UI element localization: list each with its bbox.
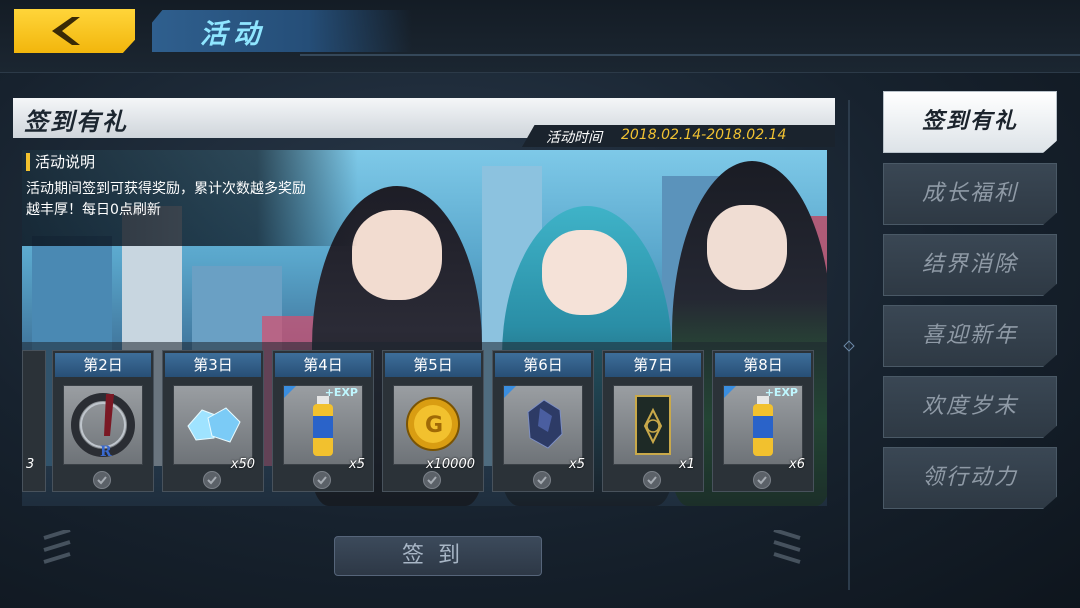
title-tab: [152, 10, 412, 52]
check-icon: [313, 471, 331, 489]
item-quantity: x10000: [425, 457, 475, 472]
svg-text:R: R: [100, 444, 112, 460]
day-label: 第4日: [275, 353, 371, 377]
reward-card-day8[interactable]: 第8日 +EXP x6: [712, 350, 814, 492]
info-line: 越丰厚！每日0点刷新: [26, 202, 161, 218]
panel-title: 签到有礼: [24, 108, 128, 136]
check-icon: [643, 471, 661, 489]
reward-card-day5[interactable]: 第5日 G x10000: [382, 350, 484, 492]
day-label: 第3日: [165, 353, 261, 377]
item-quantity: x1: [679, 457, 695, 472]
nav-item-stamina[interactable]: 领行动力: [883, 447, 1057, 509]
nav-item-year-end[interactable]: 欢度岁末: [883, 376, 1057, 438]
reward-card-day7[interactable]: 第7日 x1: [602, 350, 704, 492]
item-slot: [613, 385, 693, 465]
info-heading: 活动说明: [26, 153, 95, 171]
info-line: 活动期间签到可获得奖励，累计次数越多奖励: [26, 181, 306, 197]
day-label: 第7日: [605, 353, 701, 377]
reward-card-day4[interactable]: 第4日 +EXP x5: [272, 350, 374, 492]
reward-card-day6[interactable]: 第6日 x5: [492, 350, 594, 492]
item-slot: R: [63, 385, 143, 465]
item-quantity: x5: [569, 457, 585, 472]
svg-text:G: G: [425, 413, 443, 438]
character-face: [352, 210, 442, 300]
item-slot: G: [393, 385, 473, 465]
day-label: 第6日: [495, 353, 591, 377]
item-quantity: x6: [789, 457, 805, 472]
nav-item-sign-in[interactable]: 签到有礼: [883, 91, 1057, 153]
gold-coin-icon: G: [406, 397, 460, 451]
character-face: [707, 205, 787, 290]
reward-card-day2[interactable]: 第2日 R: [52, 350, 154, 492]
rarity-corner: [504, 386, 516, 398]
divider: [300, 54, 1080, 56]
item-slot: [503, 385, 583, 465]
page-title: 活动: [200, 19, 266, 50]
nav-item-growth[interactable]: 成长福利: [883, 163, 1057, 225]
item-quantity: x50: [230, 457, 255, 472]
nav-item-barrier[interactable]: 结界消除: [883, 234, 1057, 296]
check-icon: [753, 471, 771, 489]
crystal-icon: [187, 407, 241, 443]
check-icon: [203, 471, 221, 489]
decor-stripes: [773, 530, 801, 564]
check-icon: [533, 471, 551, 489]
exp-tag: +EXP: [324, 386, 358, 399]
item-slot: +EXP: [283, 385, 363, 465]
item-slot: +EXP: [723, 385, 803, 465]
sword-ring-icon: R: [71, 393, 135, 460]
decor-stripes: [43, 530, 71, 564]
day-label: 第2日: [55, 353, 151, 377]
info-description: 活动期间签到可获得奖励，累计次数越多奖励 越丰厚！每日0点刷新: [26, 179, 366, 221]
day-label: 第5日: [385, 353, 481, 377]
reward-card-day3[interactable]: 第3日 x50: [162, 350, 264, 492]
nav-item-new-year[interactable]: 喜迎新年: [883, 305, 1057, 367]
diamond-icon: [843, 340, 855, 352]
event-time-value: 2018.02.14-2018.02.14: [621, 127, 787, 143]
tarot-card-icon: [635, 395, 671, 455]
rarity-corner: [284, 386, 296, 398]
character-face: [542, 230, 627, 315]
check-icon: [423, 471, 441, 489]
event-time-label: 活动时间: [546, 130, 602, 146]
chevron-left-icon: [52, 17, 80, 45]
exp-tag: +EXP: [764, 386, 798, 399]
item-quantity: x5: [349, 457, 365, 472]
rarity-corner: [724, 386, 736, 398]
back-button[interactable]: [14, 9, 135, 53]
item-quantity: 3: [26, 457, 35, 472]
day-label: 第8日: [715, 353, 811, 377]
check-icon: [93, 471, 111, 489]
item-slot: [173, 385, 253, 465]
sign-in-button[interactable]: 签到: [334, 536, 542, 576]
